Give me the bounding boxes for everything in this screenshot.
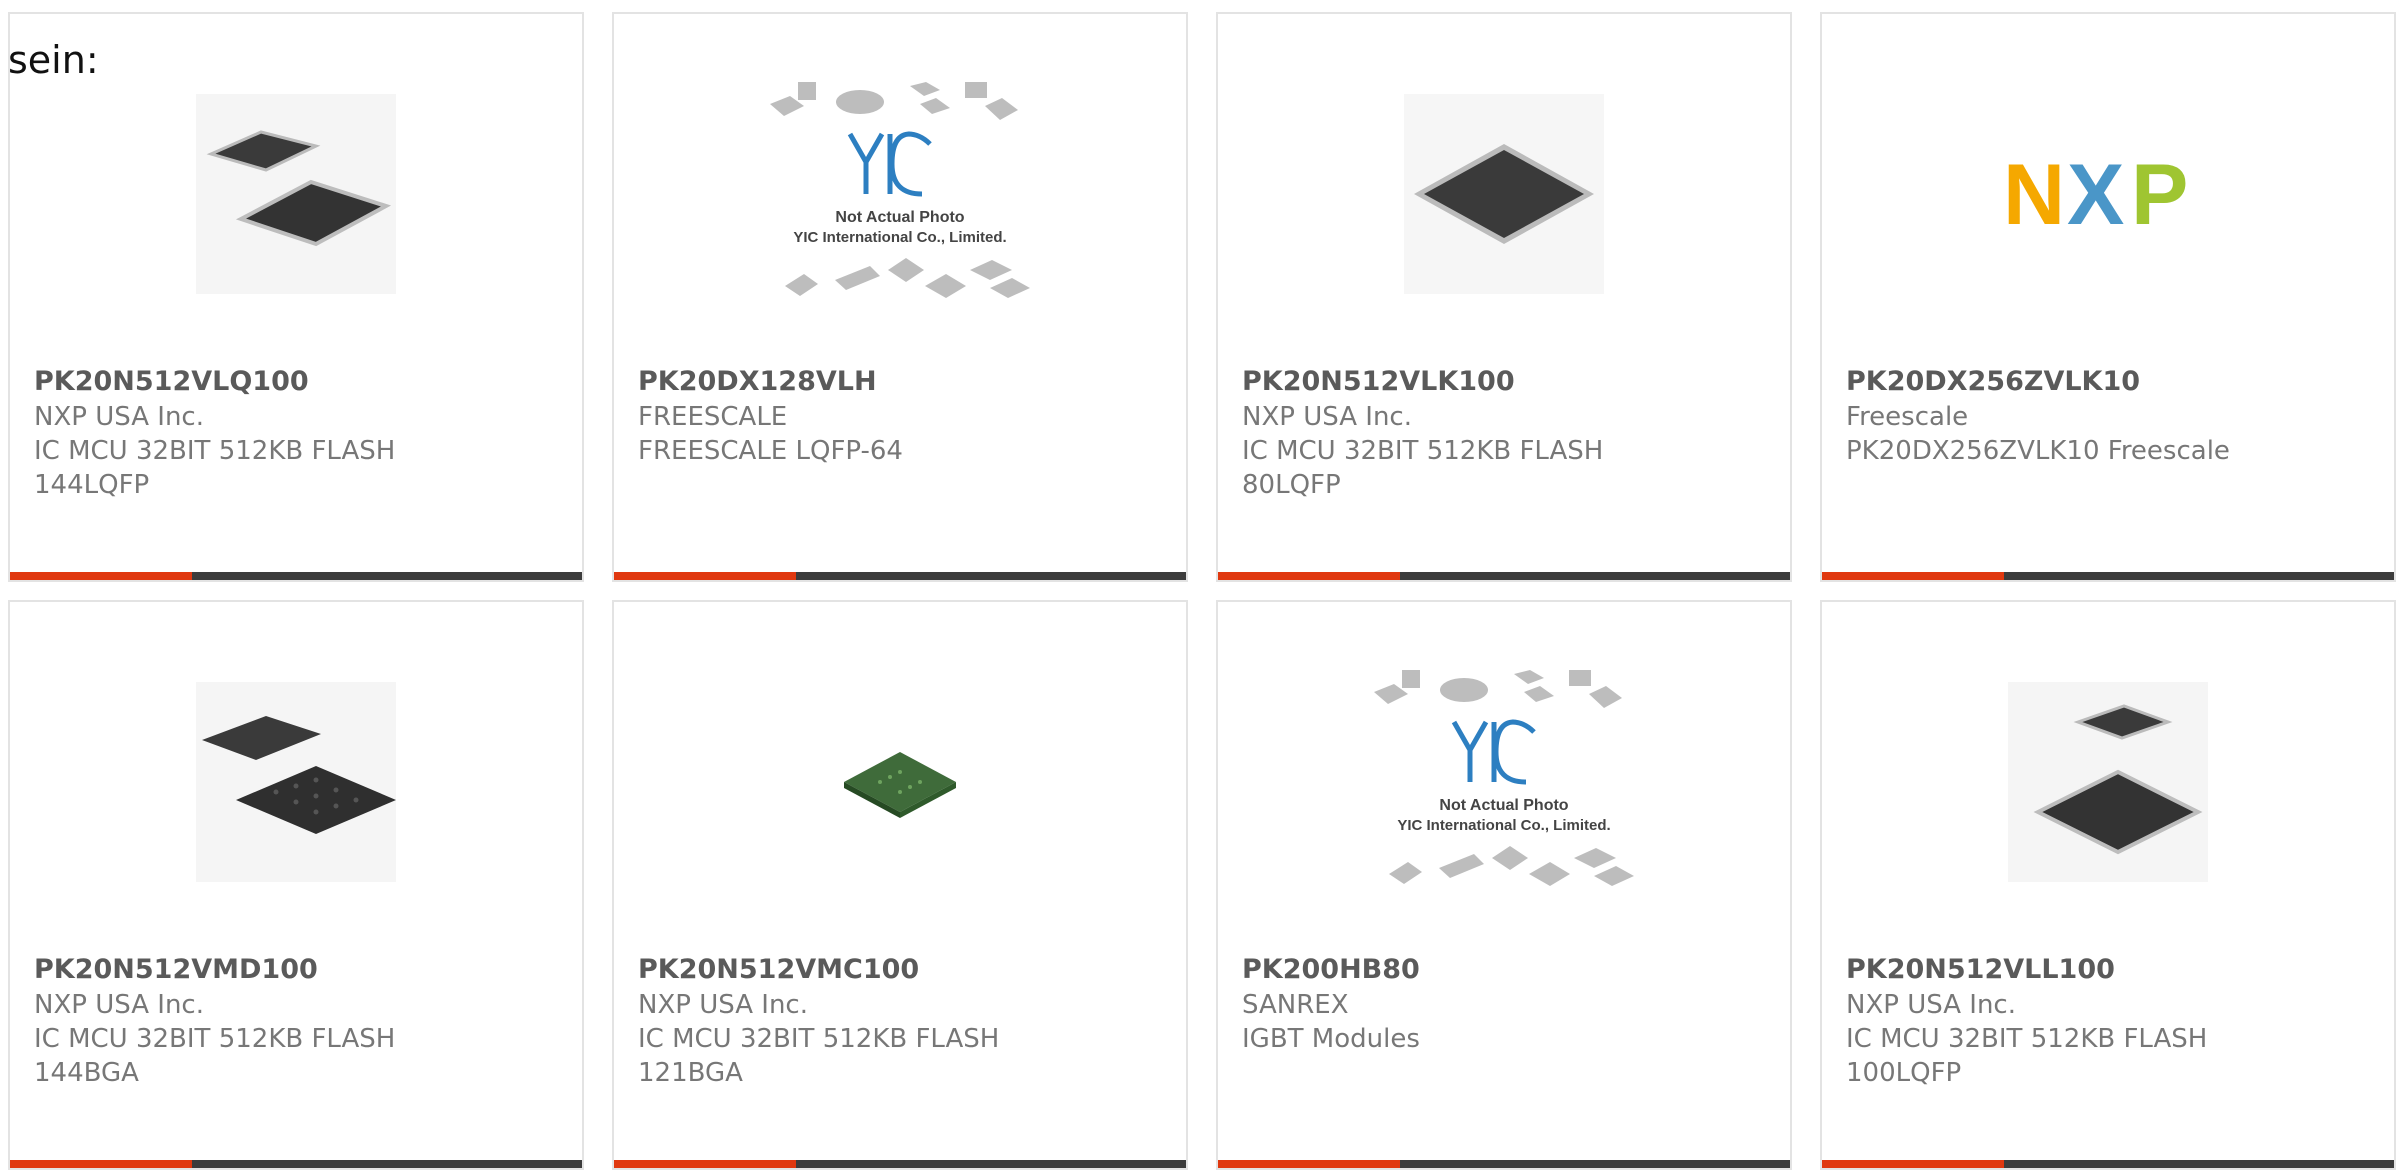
svg-text:P: P [2131,154,2188,234]
package: 121BGA [638,1058,743,1088]
product-image: Not Actual Photo YIC International Co., … [614,74,1186,314]
intro-text: sein: [8,38,99,82]
description: IC MCU 32BIT 512KB FLASH [34,436,396,466]
svg-text:Not Actual Photo: Not Actual Photo [835,209,964,226]
placeholder-photo-icon: Not Actual Photo YIC International Co., … [1374,670,1634,886]
product-card[interactable]: PK20N512VLL100 NXP USA Inc. IC MCU 32BIT… [1820,600,2396,1170]
manufacturer: NXP USA Inc. [34,402,204,432]
package: 144BGA [34,1058,139,1088]
part-number[interactable]: PK20N512VLQ100 [34,364,554,400]
product-card[interactable]: Not Actual Photo YIC International Co., … [1216,600,1792,1170]
chip-image-icon [844,752,956,818]
card-bottom-bar [1822,572,2394,580]
product-card[interactable]: PK20N512VLQ100 NXP USA Inc. IC MCU 32BIT… [8,12,584,582]
manufacturer: NXP USA Inc. [1846,990,2016,1020]
part-number[interactable]: PK20N512VMD100 [34,952,554,988]
part-number[interactable]: PK20N512VMC100 [638,952,1158,988]
manufacturer: NXP USA Inc. [638,990,808,1020]
manufacturer: SANREX [1242,990,1349,1020]
product-image [10,662,582,902]
manufacturer: Freescale [1846,402,1969,432]
description: IC MCU 32BIT 512KB FLASH [34,1024,396,1054]
svg-text:YIC International Co., Limited: YIC International Co., Limited. [1397,817,1610,834]
card-bottom-bar [10,572,582,580]
product-card[interactable]: PK20N512VMD100 NXP USA Inc. IC MCU 32BIT… [8,600,584,1170]
part-number[interactable]: PK20N512VLK100 [1242,364,1762,400]
chip-image-icon [196,682,396,882]
description: IGBT Modules [1242,1024,1420,1054]
nxp-logo-icon: N X P [2003,154,2188,234]
part-number[interactable]: PK20DX128VLH [638,364,1158,400]
product-image: N X P [1822,74,2394,314]
description: PK20DX256ZVLK10 Freescale [1846,436,2230,466]
chip-image-icon [1404,94,1604,294]
product-card[interactable]: PK20N512VLK100 NXP USA Inc. IC MCU 32BIT… [1216,12,1792,582]
part-number[interactable]: PK20DX256ZVLK10 [1846,364,2366,400]
manufacturer: NXP USA Inc. [1242,402,1412,432]
product-image: Not Actual Photo YIC International Co., … [1218,662,1790,902]
description: FREESCALE LQFP-64 [638,436,903,466]
description: IC MCU 32BIT 512KB FLASH [638,1024,1000,1054]
product-card[interactable]: PK20N512VMC100 NXP USA Inc. IC MCU 32BIT… [612,600,1188,1170]
card-bottom-bar [1218,572,1790,580]
description: IC MCU 32BIT 512KB FLASH [1846,1024,2208,1054]
card-bottom-bar [614,572,1186,580]
svg-text:YIC International Co., Limited: YIC International Co., Limited. [793,229,1006,246]
manufacturer: NXP USA Inc. [34,990,204,1020]
package: 80LQFP [1242,470,1341,500]
package: 144LQFP [34,470,150,500]
product-card[interactable]: Not Actual Photo YIC International Co., … [612,12,1188,582]
svg-text:Not Actual Photo: Not Actual Photo [1439,797,1568,814]
product-image [1218,74,1790,314]
product-image [10,74,582,314]
part-number[interactable]: PK200HB80 [1242,952,1762,988]
product-image [1822,662,2394,902]
svg-text:X: X [2067,154,2124,234]
package: 100LQFP [1846,1058,1962,1088]
chip-image-icon [196,94,396,294]
part-number[interactable]: PK20N512VLL100 [1846,952,2366,988]
manufacturer: FREESCALE [638,402,788,432]
description: IC MCU 32BIT 512KB FLASH [1242,436,1604,466]
product-image [614,662,1186,902]
chip-image-icon [2008,682,2208,882]
svg-text:N: N [2003,154,2065,234]
placeholder-photo-icon: Not Actual Photo YIC International Co., … [770,82,1030,298]
product-card[interactable]: N X P PK20DX256ZVLK10 Freescale PK20DX25… [1820,12,2396,582]
